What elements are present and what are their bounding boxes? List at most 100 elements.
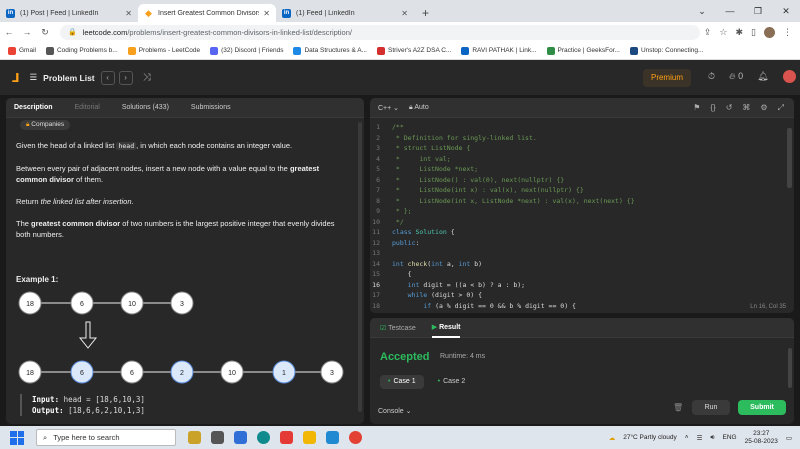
editor-toolbar: C++ ⌄ 🔒︎ Auto ⚑ {} ↺ ⌘ ⚙ ⤢ xyxy=(370,98,794,118)
restore-icon[interactable]: ❐ xyxy=(744,6,772,17)
braces-icon[interactable]: {} xyxy=(710,103,715,113)
share-icon[interactable]: ⇪ xyxy=(704,27,712,38)
language-indicator[interactable]: ENG xyxy=(723,434,737,441)
code-area[interactable]: 1/** 2 * Definition for singly-linked li… xyxy=(370,122,780,311)
browser-tab[interactable]: in (1) Feed | LinkedIn ✕ xyxy=(276,4,414,22)
bookmark-label: RAVI PATHAK | Link... xyxy=(472,47,537,54)
task-view-icon[interactable] xyxy=(211,431,224,444)
code-editor-panel: C++ ⌄ 🔒︎ Auto ⚑ {} ↺ ⌘ ⚙ ⤢ 1/** 2 * Defi… xyxy=(370,98,794,313)
case-tab-2[interactable]: • Case 2 xyxy=(430,375,474,389)
star-icon[interactable]: ☆ xyxy=(719,27,727,38)
console-toggle[interactable]: Console ⌄ xyxy=(378,407,412,415)
tab-solutions[interactable]: Solutions (433) xyxy=(122,104,169,111)
volume-icon[interactable]: 🔊︎ xyxy=(710,434,714,442)
minimize-icon[interactable]: — xyxy=(716,6,744,16)
notification-icon[interactable]: ▭ xyxy=(786,434,792,442)
weather-text[interactable]: 27°C Partly cloudy xyxy=(623,434,677,441)
shuffle-icon[interactable]: ⤨ xyxy=(143,72,151,83)
new-tab-button[interactable]: + xyxy=(414,4,437,22)
bookmark-item[interactable]: Problems - LeetCode xyxy=(127,46,200,55)
tab-title: (1) Feed | LinkedIn xyxy=(296,9,355,17)
scrollbar[interactable] xyxy=(788,348,792,388)
next-problem-button[interactable]: › xyxy=(118,70,133,85)
extensions-icon[interactable]: ✱ xyxy=(736,27,744,38)
bookmarks-bar: Gmail Coding Problems b... Problems - Leet… xyxy=(0,42,800,60)
bell-icon[interactable]: 🔔︎ xyxy=(757,71,768,82)
browser-tab-bar: in (1) Post | Feed | LinkedIn ✕ ◆ Insert… xyxy=(0,0,800,22)
bookmark-item[interactable]: (32) Discord | Friends xyxy=(210,46,284,55)
url-field[interactable]: 🔒 leetcode.com/problems/insert-greatest-… xyxy=(60,24,700,40)
prev-problem-button[interactable]: ‹ xyxy=(100,70,115,85)
close-icon[interactable]: ✕ xyxy=(263,9,270,18)
forward-icon[interactable]: → xyxy=(18,27,36,37)
status-badge: Accepted xyxy=(380,351,430,363)
browser-tab[interactable]: in (1) Post | Feed | LinkedIn ✕ xyxy=(0,4,138,22)
clock[interactable]: 23:27 25-08-2023 xyxy=(745,430,778,446)
bookmark-item[interactable]: Data Structures & A... xyxy=(293,46,367,55)
taskbar-search[interactable]: ⌕ Type here to search xyxy=(36,429,176,446)
folder-icon[interactable] xyxy=(303,431,316,444)
tab-editorial[interactable]: Editorial xyxy=(75,104,100,111)
close-icon[interactable]: ✕ xyxy=(401,9,408,18)
reload-icon[interactable]: ↻ xyxy=(36,27,54,38)
tab-testcase[interactable]: ☑ Testcase xyxy=(380,324,416,332)
bookmark-item[interactable]: Practice | GeeksFor... xyxy=(546,46,620,55)
bookmark-label: Striver's A2Z DSA C... xyxy=(387,47,452,54)
bookmark-icon[interactable]: ⚑ xyxy=(693,103,700,113)
scrollbar[interactable] xyxy=(358,122,362,412)
widgets-icon[interactable] xyxy=(188,431,201,444)
bookmark-item[interactable]: Gmail xyxy=(8,46,36,55)
timer-icon[interactable]: ⏱ xyxy=(708,71,715,82)
chevron-down-icon[interactable]: ⌄ xyxy=(688,6,716,17)
trash-icon[interactable]: 🗑︎ xyxy=(673,403,683,412)
vscode-icon[interactable] xyxy=(326,431,339,444)
avatar[interactable] xyxy=(782,70,796,83)
network-icon[interactable]: ☰ xyxy=(697,434,703,442)
youtube-icon[interactable] xyxy=(280,431,293,444)
bookmark-favicon-icon xyxy=(8,46,16,55)
streak-counter[interactable]: 🔥︎ 0 xyxy=(729,71,743,82)
scrollbar[interactable] xyxy=(787,128,792,188)
tab-result[interactable]: ▶ Result xyxy=(431,318,461,338)
avatar[interactable] xyxy=(764,26,775,38)
problem-list-button[interactable]: ☰ Problem List xyxy=(30,72,95,83)
node-value: 2 xyxy=(180,370,184,377)
settings-icon[interactable]: ⚙ xyxy=(760,103,767,113)
cursor-position: Ln 16, Col 35 xyxy=(750,304,786,310)
bookmark-item[interactable]: RAVI PATHAK | Link... xyxy=(461,46,537,55)
auto-toggle[interactable]: 🔒︎ Auto xyxy=(409,104,429,112)
bookmark-item[interactable]: Striver's A2Z DSA C... xyxy=(376,46,452,55)
close-window-icon[interactable]: ✕ xyxy=(772,6,800,17)
chevron-up-icon[interactable]: ˄ xyxy=(685,434,689,441)
submit-button[interactable]: Submit xyxy=(738,400,786,415)
problem-description: Given the head of a linked list head, in… xyxy=(16,140,346,251)
tab-submissions[interactable]: Submissions xyxy=(191,104,231,111)
sidepanel-icon[interactable]: ▯ xyxy=(751,27,756,38)
language-select[interactable]: C++ ⌄ xyxy=(378,104,399,112)
windows-start-icon[interactable] xyxy=(10,430,24,445)
search-placeholder: Type here to search xyxy=(53,433,120,442)
bookmark-favicon-icon xyxy=(210,46,219,55)
bookmark-label: (32) Discord | Friends xyxy=(221,47,284,54)
leetcode-logo-icon[interactable]: ᒧ xyxy=(12,71,20,85)
shortcut-icon[interactable]: ⌘ xyxy=(742,103,750,113)
bookmark-label: Practice | GeeksFor... xyxy=(557,47,620,54)
back-icon[interactable]: ← xyxy=(0,27,18,37)
case-tab-1[interactable]: • Case 1 xyxy=(380,375,424,389)
menu-icon[interactable]: ⋮ xyxy=(783,27,792,38)
tab-description[interactable]: Description xyxy=(14,104,53,111)
companies-tag[interactable]: 🔒︎ Companies xyxy=(20,120,71,130)
store-icon[interactable] xyxy=(234,431,247,444)
close-icon[interactable]: ✕ xyxy=(125,9,132,18)
bookmark-item[interactable]: Coding Problems b... xyxy=(45,46,118,55)
bookmark-item[interactable]: Unstop: Connecting... xyxy=(629,46,703,55)
reset-icon[interactable]: ↺ xyxy=(726,103,733,113)
chrome-icon[interactable] xyxy=(349,431,362,444)
premium-button[interactable]: Premium xyxy=(643,69,691,87)
edge-icon[interactable] xyxy=(257,431,270,444)
fullscreen-icon[interactable]: ⤢ xyxy=(778,103,784,113)
browser-tab-active[interactable]: ◆ Insert Greatest Common Divisors ✕ xyxy=(138,4,276,22)
lock-icon: 🔒 xyxy=(68,29,77,36)
run-button[interactable]: Run xyxy=(692,400,730,415)
example-io: Input: head = [18,6,10,3] Output: [18,6,… xyxy=(20,394,145,416)
